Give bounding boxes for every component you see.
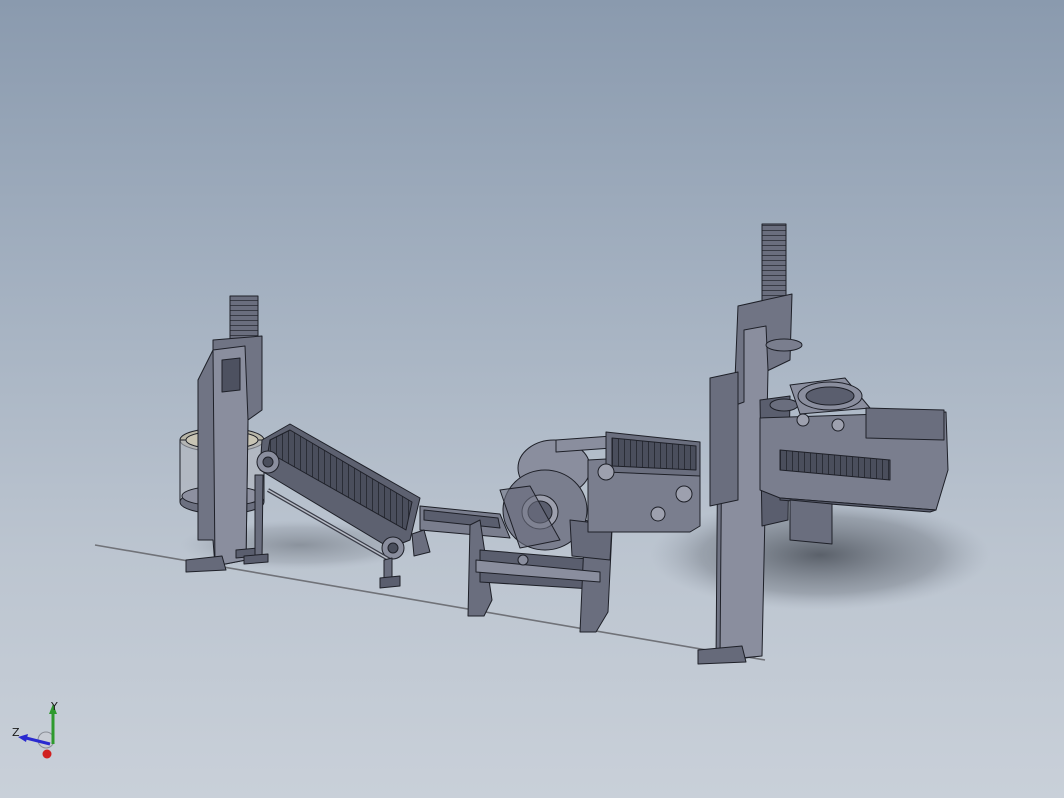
cad-viewport[interactable]: Y Z [0,0,1064,798]
coordinate-triad[interactable]: Y Z [8,700,78,770]
y-axis-label: Y [50,700,58,713]
flat-conveyor [411,505,511,557]
x-axis-marker [42,749,52,759]
assembly-model[interactable] [0,0,1064,798]
z-axis-label: Z [12,726,20,739]
